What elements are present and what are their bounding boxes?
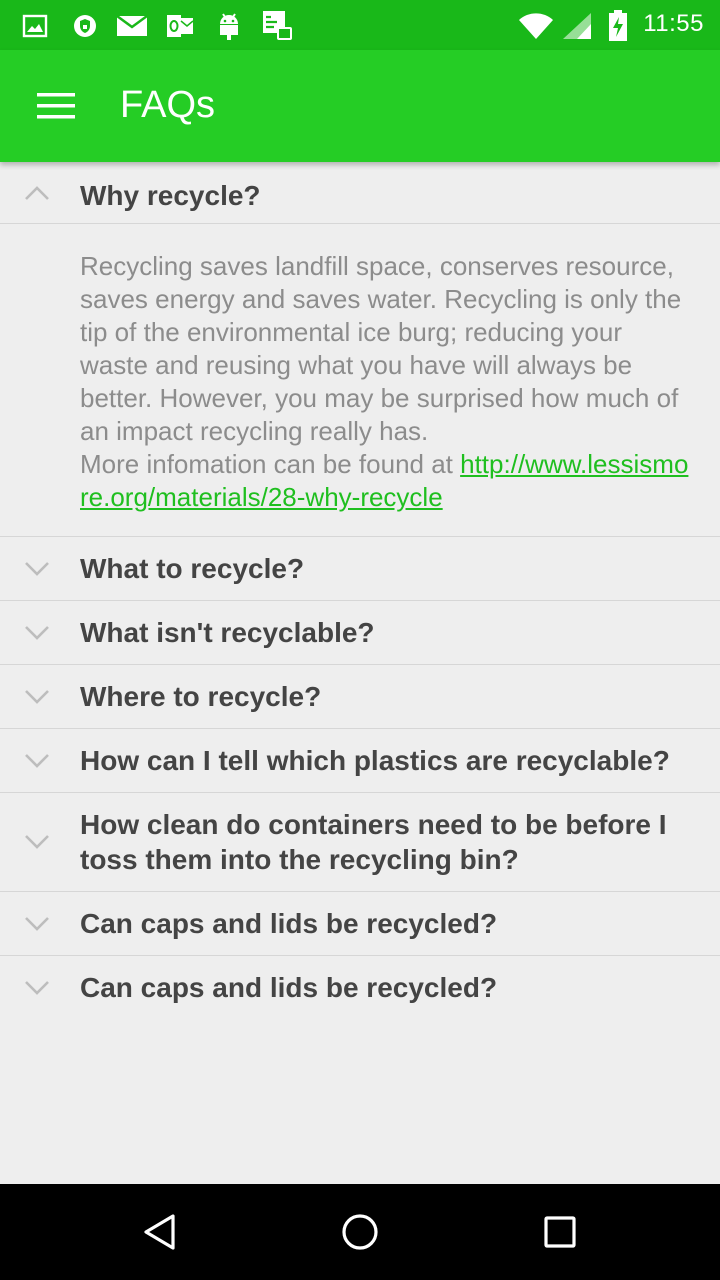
faq-question: What to recycle?	[80, 553, 305, 584]
home-circle-icon[interactable]	[336, 1208, 384, 1256]
faq-question: What isn't recyclable?	[80, 617, 375, 648]
page-title: FAQs	[120, 84, 216, 126]
faq-item: How can I tell which plastics are recycl…	[0, 729, 720, 793]
faq-header[interactable]: Can caps and lids be recycled?	[0, 892, 720, 955]
chevron-up-icon	[24, 181, 50, 205]
faq-header[interactable]: How clean do containers need to be befor…	[0, 793, 720, 891]
image-icon	[22, 12, 48, 40]
back-triangle-icon[interactable]	[136, 1208, 184, 1256]
chevron-down-icon	[24, 830, 50, 854]
faq-question: Where to recycle?	[80, 681, 322, 712]
faq-header[interactable]: Where to recycle?	[0, 665, 720, 728]
battery-charging-icon	[608, 10, 628, 41]
nav-bar	[0, 1184, 720, 1280]
faq-item: Why recycle? Recycling saves landfill sp…	[0, 162, 720, 537]
faq-item: How clean do containers need to be befor…	[0, 793, 720, 892]
faq-item: What isn't recyclable?	[0, 601, 720, 665]
chevron-down-icon	[24, 621, 50, 645]
faq-list: Why recycle? Recycling saves landfill sp…	[0, 162, 720, 1019]
faq-item: What to recycle?	[0, 537, 720, 601]
android-icon	[216, 12, 242, 40]
faq-question: How clean do containers need to be befor…	[80, 809, 667, 875]
faq-question: Can caps and lids be recycled?	[80, 972, 498, 1003]
faq-header[interactable]: What to recycle?	[0, 537, 720, 600]
faq-header[interactable]: How can I tell which plastics are recycl…	[0, 729, 720, 792]
faq-header[interactable]: What isn't recyclable?	[0, 601, 720, 664]
chevron-down-icon	[24, 557, 50, 581]
faq-question: Can caps and lids be recycled?	[80, 908, 498, 939]
faq-question: Why recycle?	[80, 180, 261, 211]
faq-question: How can I tell which plastics are recycl…	[80, 745, 670, 776]
chevron-down-icon	[24, 749, 50, 773]
faq-header[interactable]: Why recycle?	[0, 162, 720, 223]
tasks-icon	[262, 11, 294, 40]
chevron-down-icon	[24, 912, 50, 936]
hamburger-menu-icon[interactable]	[28, 78, 84, 134]
chevron-down-icon	[24, 685, 50, 709]
status-bar: 11:55	[0, 0, 720, 50]
faq-more-prefix: More infomation can be found at	[80, 449, 461, 479]
app-bar: FAQs	[0, 50, 720, 162]
faq-item: Can caps and lids be recycled?	[0, 956, 720, 1019]
faq-answer-text: Recycling saves landfill space, conserve…	[80, 251, 682, 446]
signal-icon	[562, 12, 592, 40]
faq-answer: Recycling saves landfill space, conserve…	[0, 223, 720, 536]
shield-icon	[72, 12, 98, 40]
faq-item: Where to recycle?	[0, 665, 720, 729]
outlook-icon	[166, 12, 194, 40]
wifi-icon	[518, 12, 554, 40]
status-time: 11:55	[643, 10, 704, 37]
recents-square-icon[interactable]	[536, 1208, 584, 1256]
faq-header[interactable]: Can caps and lids be recycled?	[0, 956, 720, 1019]
mail-icon	[116, 12, 148, 40]
chevron-down-icon	[24, 976, 50, 1000]
faq-item: Can caps and lids be recycled?	[0, 892, 720, 956]
